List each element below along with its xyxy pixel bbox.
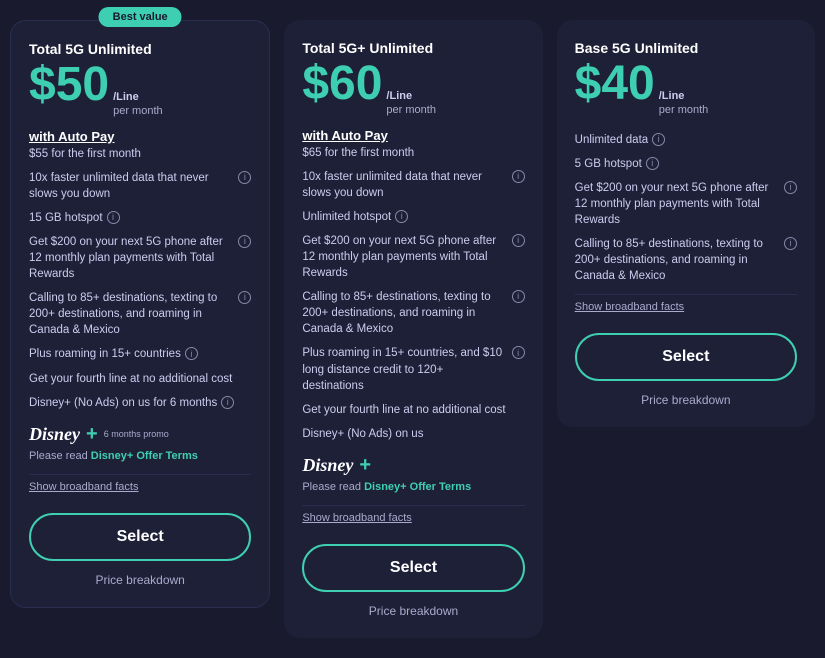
disney-wordmark: Disney [302,455,353,476]
plans-container: Best valueTotal 5G Unlimited $50 /Linepe… [10,20,815,638]
feature-text: Get $200 on your next 5G phone after 12 … [302,233,507,281]
broadband-link[interactable]: Show broadband facts [302,512,524,524]
price-suffix: /Lineper month [386,89,436,118]
feature-text: Calling to 85+ destinations, texting to … [575,236,780,284]
feature-item: Get $200 on your next 5G phone after 12 … [29,230,251,286]
offer-terms-link[interactable]: Disney+ Offer Terms [91,450,198,462]
feature-text: 10x faster unlimited data that never slo… [302,169,507,201]
offer-terms: Please read Disney+ Offer Terms [302,481,524,493]
feature-text: Get $200 on your next 5G phone after 12 … [29,234,234,282]
feature-item: Calling to 85+ destinations, texting to … [575,232,797,288]
info-icon[interactable]: i [512,290,525,303]
auto-pay-label: with Auto Pay [29,129,251,144]
feature-item: Unlimited data i [575,128,797,152]
feature-text: Unlimited data [575,132,649,148]
best-value-badge: Best value [99,7,182,27]
feature-text: 15 GB hotspot [29,210,103,226]
feature-text: 10x faster unlimited data that never slo… [29,170,234,202]
disney-logo: Disney + 6 months promo [29,423,251,446]
auto-pay-label: with Auto Pay [302,128,524,143]
plan-card-base-5g-unlimited: Base 5G Unlimited $40 /Lineper month Unl… [557,20,815,427]
feature-text: Get your fourth line at no additional co… [302,402,505,418]
price-suffix: /Lineper month [659,89,709,118]
feature-text: Calling to 85+ destinations, texting to … [29,290,234,338]
offer-terms: Please read Disney+ Offer Terms [29,450,251,462]
info-icon[interactable]: i [395,210,408,223]
info-icon[interactable]: i [512,234,525,247]
plan-card-total-5g-plus-unlimited: Total 5G+ Unlimited $60 /Lineper month w… [284,20,542,638]
select-button[interactable]: Select [302,544,524,592]
price-breakdown-link[interactable]: Price breakdown [302,600,524,622]
feature-item: Disney+ (No Ads) on us [302,422,524,446]
feature-item: 5 GB hotspot i [575,152,797,176]
feature-text: Disney+ (No Ads) on us for 6 months [29,395,217,411]
price-suffix: /Lineper month [113,90,163,119]
price-breakdown-link[interactable]: Price breakdown [575,389,797,411]
plan-name: Base 5G Unlimited [575,40,797,56]
select-button[interactable]: Select [575,333,797,381]
price-amount: $60 [302,60,382,108]
price-breakdown-link[interactable]: Price breakdown [29,569,251,591]
price-amount: $40 [575,60,655,108]
broadband-link[interactable]: Show broadband facts [575,301,797,313]
disney-plus-symbol: + [359,454,371,477]
price-amount: $50 [29,61,109,109]
feature-item: Get $200 on your next 5G phone after 12 … [302,229,524,285]
feature-item: 15 GB hotspot i [29,206,251,230]
info-icon[interactable]: i [652,133,665,146]
divider [575,294,797,295]
feature-item: Plus roaming in 15+ countries, and $10 l… [302,341,524,397]
plan-name: Total 5G Unlimited [29,41,251,57]
disney-wordmark: Disney [29,424,80,445]
info-icon[interactable]: i [238,291,251,304]
info-icon[interactable]: i [512,346,525,359]
feature-item: Plus roaming in 15+ countries i [29,342,251,366]
feature-item: Get your fourth line at no additional co… [29,367,251,391]
feature-item: Get $200 on your next 5G phone after 12 … [575,176,797,232]
info-icon[interactable]: i [238,235,251,248]
feature-text: Get $200 on your next 5G phone after 12 … [575,180,780,228]
info-icon[interactable]: i [221,396,234,409]
first-month-note: $55 for the first month [29,148,251,160]
plan-name: Total 5G+ Unlimited [302,40,524,56]
feature-item: Calling to 85+ destinations, texting to … [29,286,251,342]
features-list: 10x faster unlimited data that never slo… [302,165,524,446]
feature-text: Disney+ (No Ads) on us [302,426,423,442]
features-list: Unlimited data i 5 GB hotspot i Get $200… [575,128,797,289]
disney-plus-symbol: + [86,423,98,446]
feature-item: 10x faster unlimited data that never slo… [302,165,524,205]
price-row: $50 /Lineper month [29,61,251,119]
feature-item: Get your fourth line at no additional co… [302,398,524,422]
feature-text: Plus roaming in 15+ countries [29,346,181,362]
plan-card-total-5g-unlimited: Best valueTotal 5G Unlimited $50 /Linepe… [10,20,270,608]
info-icon[interactable]: i [107,211,120,224]
info-icon[interactable]: i [238,171,251,184]
feature-text: Get your fourth line at no additional co… [29,371,232,387]
feature-item: Disney+ (No Ads) on us for 6 months i [29,391,251,415]
select-button[interactable]: Select [29,513,251,561]
features-list: 10x faster unlimited data that never slo… [29,166,251,415]
feature-text: 5 GB hotspot [575,156,642,172]
info-icon[interactable]: i [512,170,525,183]
feature-text: Plus roaming in 15+ countries, and $10 l… [302,345,507,393]
price-row: $40 /Lineper month [575,60,797,118]
divider [302,505,524,506]
divider [29,474,251,475]
feature-text: Unlimited hotspot [302,209,391,225]
feature-text: Calling to 85+ destinations, texting to … [302,289,507,337]
feature-item: Unlimited hotspot i [302,205,524,229]
feature-item: Calling to 85+ destinations, texting to … [302,285,524,341]
broadband-link[interactable]: Show broadband facts [29,481,251,493]
info-icon[interactable]: i [185,347,198,360]
info-icon[interactable]: i [784,181,797,194]
info-icon[interactable]: i [784,237,797,250]
feature-item: 10x faster unlimited data that never slo… [29,166,251,206]
price-row: $60 /Lineper month [302,60,524,118]
offer-terms-link[interactable]: Disney+ Offer Terms [364,481,471,493]
info-icon[interactable]: i [646,157,659,170]
first-month-note: $65 for the first month [302,147,524,159]
disney-promo: 6 months promo [104,429,169,439]
disney-logo: Disney + [302,454,524,477]
